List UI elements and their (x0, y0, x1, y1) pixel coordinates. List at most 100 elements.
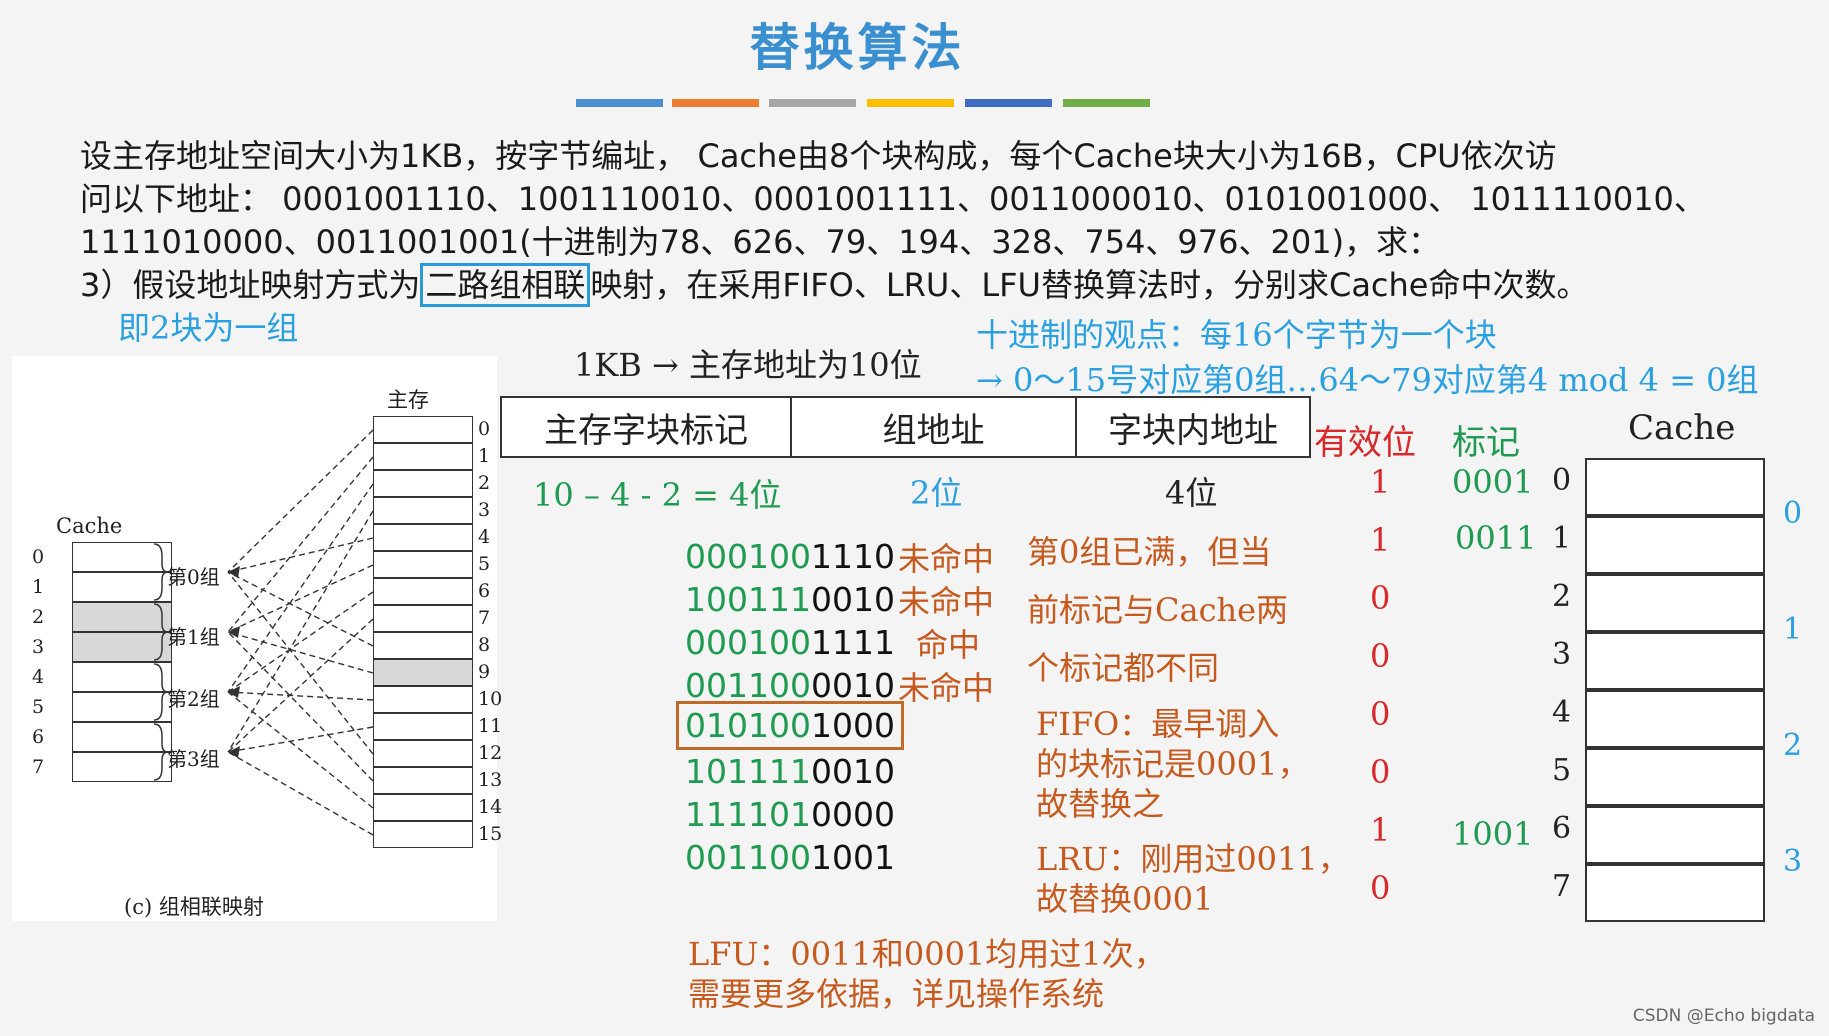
access-group: 00 (768, 623, 811, 662)
title-bar-segment (1063, 99, 1150, 107)
access-group: 01 (768, 795, 811, 834)
access-address: 1111010000 (685, 795, 895, 834)
valid-bit: 0 (1370, 869, 1391, 907)
mapping-lines (153, 429, 374, 836)
access-offset: 1001 (810, 838, 895, 877)
valid-bit: 0 (1370, 753, 1391, 791)
access-offset: 1110 (810, 537, 895, 576)
access-tag: 1111 (685, 795, 769, 834)
cache-row-number: 5 (1552, 753, 1572, 788)
group-hint-1: 即2块为一组 (118, 309, 299, 347)
cache-group-number: 0 (1783, 496, 1803, 531)
cache-group-number: 3 (1783, 844, 1803, 879)
cache-block (1585, 632, 1765, 690)
cache-block (1585, 864, 1765, 922)
access-tag: 0011 (685, 838, 769, 877)
tag-header: 标记 (1452, 423, 1520, 463)
page-title: 替换算法 (749, 19, 966, 77)
access-group: 00 (768, 537, 811, 576)
access-offset: 0000 (810, 795, 895, 834)
cache-group-number: 2 (1783, 728, 1803, 763)
watermark: CSDN @Echo bigdata (1632, 1006, 1815, 1026)
access-tag: 0001 (685, 623, 769, 662)
group-field-header: 组地址 (792, 398, 1077, 456)
fifo-explanation: 故替换之 (1036, 785, 1165, 823)
cache-block (1585, 574, 1765, 632)
valid-bit: 1 (1370, 521, 1391, 559)
result-label: 命中 (916, 626, 981, 664)
problem-line-3: 1111010000、0011001001(十进制为78、626、79、194、… (80, 223, 1441, 261)
cache-row-number: 4 (1552, 695, 1572, 730)
tag-bits: 10 – 4 - 2 = 4位 (533, 476, 782, 514)
tag-field-header: 主存字块标记 (502, 398, 792, 456)
highlight-box: 二路组相联 (420, 263, 591, 307)
cache-tag: 1001 (1452, 815, 1534, 853)
cache-block (1585, 806, 1765, 864)
access-address: 0011000010 (685, 666, 895, 705)
access-address-highlighted: 0101001000 (676, 701, 904, 750)
valid-bit: 0 (1370, 637, 1391, 675)
cache-row-number: 1 (1552, 521, 1572, 556)
access-tag: 1001 (685, 580, 769, 619)
explanation-line: 第0组已满，但当 (1027, 533, 1272, 571)
access-offset: 0010 (810, 666, 895, 705)
cache-group-number: 1 (1783, 612, 1803, 647)
cache-row-number: 3 (1552, 637, 1572, 672)
valid-bit: 0 (1370, 579, 1391, 617)
lru-explanation: LRU：刚用过0011， (1036, 840, 1350, 878)
cache-row-number: 2 (1552, 579, 1572, 614)
offset-bits: 4位 (1165, 474, 1218, 512)
access-offset: 1111 (810, 623, 895, 662)
access-address: 0001001111 (685, 623, 895, 662)
cache-tag: 0011 (1455, 519, 1537, 557)
explanation-line: 个标记都不同 (1027, 649, 1220, 687)
access-offset: 1000 (810, 706, 895, 745)
title-bar-segment (965, 99, 1052, 107)
fifo-explanation: FIFO：最早调入 (1036, 705, 1280, 743)
access-address: 0001001110 (685, 537, 895, 576)
lfu-explanation: LFU：0011和0001均用过1次， (688, 935, 1166, 973)
access-tag: 0001 (685, 537, 769, 576)
cache-row-number: 0 (1552, 463, 1572, 498)
cache-block (1585, 458, 1765, 516)
problem-line-4-prefix: 3）假设地址映射方式为 (80, 266, 421, 304)
problem-line-4-suffix: 映射，在采用FIFO、LRU、LFU替换算法时，分别求Cache命中次数。 (590, 266, 1589, 304)
valid-bit: 1 (1370, 811, 1391, 849)
title-bar-segment (576, 99, 663, 107)
cache-block (1585, 748, 1765, 806)
decimal-note-2: → 0～15号对应第0组…64～79对应第4 mod 4 = 0组 (976, 361, 1759, 399)
offset-field-header: 字块内地址 (1108, 410, 1278, 451)
access-group: 00 (768, 706, 811, 745)
title-bar-segment (672, 99, 759, 107)
problem-line-1: 设主存地址空间大小为1KB，按字节编址， Cache由8个块构成，每个Cache… (80, 137, 1557, 175)
lru-explanation: 故替换0001 (1036, 880, 1214, 918)
access-group: 00 (768, 838, 811, 877)
access-tag: 0101 (685, 706, 769, 745)
valid-bit-header: 有效位 (1314, 423, 1416, 463)
decimal-note-1: 十进制的观点：每16个字节为一个块 (976, 316, 1497, 354)
title-bar-segment (769, 99, 856, 107)
access-tag: 1011 (685, 752, 769, 791)
fifo-explanation: 的块标记是0001， (1036, 745, 1310, 783)
address-format-table: 主存字块标记 组地址 字块内地址 (500, 396, 1311, 458)
mapping-figure: 主存 Cache 0 1 2 3 4 5 6 7 8 9 10 11 12 13… (12, 356, 502, 921)
explanation-line: 前标记与Cache两 (1027, 591, 1289, 629)
lfu-explanation: 需要更多依据，详见操作系统 (688, 975, 1105, 1013)
result-label: 未命中 (898, 540, 995, 578)
result-label: 未命中 (898, 669, 995, 707)
title-bar-segment (867, 99, 954, 107)
figure-caption: (c) 组相联映射 (124, 895, 264, 919)
access-group: 11 (768, 752, 811, 791)
access-address: 1001110010 (685, 580, 895, 619)
access-tag: 0011 (685, 666, 769, 705)
access-offset: 0010 (810, 580, 895, 619)
cache-tag: 0001 (1452, 463, 1534, 501)
valid-bit: 1 (1370, 463, 1391, 501)
cache-block (1585, 690, 1765, 748)
access-offset: 0010 (810, 752, 895, 791)
cache-header: Cache (1628, 408, 1736, 448)
cache-row-number: 6 (1552, 811, 1572, 846)
group-bits: 2位 (910, 474, 963, 512)
access-group: 00 (768, 666, 811, 705)
problem-line-4: 3）假设地址映射方式为 二路组相联 映射，在采用FIFO、LRU、LFU替换算法时，… (80, 263, 1589, 307)
